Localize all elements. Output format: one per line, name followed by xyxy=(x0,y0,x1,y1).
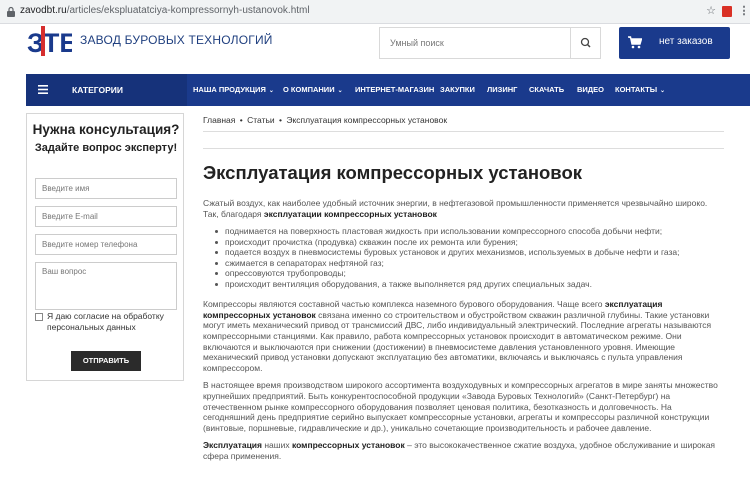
chevron-down-icon: ⌄ xyxy=(660,88,666,94)
search-icon xyxy=(580,37,591,48)
list-item: опрессовуются трубопроводы; xyxy=(213,268,724,279)
cart-button[interactable]: нет заказов xyxy=(619,27,730,59)
paragraph-bold: компрессорных установок xyxy=(291,440,405,451)
article-paragraph: В настоящее время производством широкого… xyxy=(203,380,718,433)
nav-item-video[interactable]: ВИДЕО xyxy=(577,85,604,94)
categories-label: КАТЕГОРИИ xyxy=(72,85,123,95)
nav-item-label: ЗАКУПКИ xyxy=(440,85,475,94)
consultation-form: Нужна консультация? Задайте вопрос экспе… xyxy=(26,113,184,381)
url-host: zavodbt.ru xyxy=(20,5,67,16)
breadcrumb-separator: • xyxy=(239,115,243,125)
breadcrumb-home[interactable]: Главная xyxy=(203,115,235,125)
nav-item-label: НАША ПРОДУКЦИЯ xyxy=(193,85,266,94)
list-item: поднимается на поверхность пластовая жид… xyxy=(213,226,724,237)
nav-item-shop[interactable]: ИНТЕРНЕТ-МАГАЗИН xyxy=(355,85,434,94)
question-field[interactable] xyxy=(35,262,177,310)
star-icon[interactable]: ☆ xyxy=(704,4,718,18)
consult-title: Нужна консультация? xyxy=(32,122,180,137)
cart-icon xyxy=(628,36,642,49)
logo-text: ЗТБ xyxy=(27,28,72,58)
name-field[interactable] xyxy=(35,178,177,199)
list-item: происходит прочистка (продувка) скважин … xyxy=(213,237,724,248)
article-paragraph: Эксплуатация наших компрессорных установ… xyxy=(203,440,724,461)
phone-field[interactable] xyxy=(35,234,177,255)
consult-subtitle: Задайте вопрос эксперту! xyxy=(34,142,178,154)
nav-item-about[interactable]: О КОМПАНИИ ⌄ xyxy=(283,85,343,94)
nav-item-leasing[interactable]: ЛИЗИНГ xyxy=(487,85,517,94)
consent-checkbox[interactable] xyxy=(35,313,43,321)
list-item: подается воздух в пневмосистемы буровых … xyxy=(213,247,724,258)
nav-item-label: О КОМПАНИИ xyxy=(283,85,335,94)
article-body: Сжатый воздух, как наиболее удобный исто… xyxy=(203,198,724,469)
usage-list: поднимается на поверхность пластовая жид… xyxy=(213,226,724,289)
email-field[interactable] xyxy=(35,206,177,227)
browser-address-bar: zavodbt.ru/articles/ekspluatatciya-kompr… xyxy=(0,0,750,24)
paragraph-text: наших xyxy=(261,440,292,451)
cart-label: нет заказов xyxy=(659,36,713,47)
chevron-down-icon: ⌄ xyxy=(268,88,274,94)
divider xyxy=(203,131,724,132)
divider xyxy=(203,148,724,149)
article-intro: Сжатый воздух, как наиболее удобный исто… xyxy=(203,198,724,219)
paragraph-bold: Эксплуатация xyxy=(203,440,262,451)
site-header: ЗТБ ЗАВОД БУРОВЫХ ТЕХНОЛОГИЙ нет заказов xyxy=(0,24,750,74)
submit-button[interactable]: ОТПРАВИТЬ xyxy=(71,351,141,371)
breadcrumb: Главная • Статьи • Эксплуатация компресс… xyxy=(203,115,447,125)
breadcrumb-current: Эксплуатация компрессорных установок xyxy=(286,115,448,125)
search-box xyxy=(379,27,601,59)
menu-dots-icon[interactable]: ⋮ xyxy=(737,4,750,18)
breadcrumb-separator: • xyxy=(279,115,282,125)
company-name: ЗАВОД БУРОВЫХ ТЕХНОЛОГИЙ xyxy=(80,33,273,47)
article-paragraph: Компрессоры являются составной частью ко… xyxy=(203,299,724,373)
pdf-icon[interactable] xyxy=(722,6,732,17)
nav-item-label: ЛИЗИНГ xyxy=(487,85,518,94)
nav-item-purchases[interactable]: ЗАКУПКИ xyxy=(440,85,475,94)
url-field[interactable]: zavodbt.ru/articles/ekspluatatciya-kompr… xyxy=(20,5,310,16)
company-logo[interactable]: ЗТБ xyxy=(26,24,72,58)
main-nav: КАТЕГОРИИ НАША ПРОДУКЦИЯ ⌄ О КОМПАНИИ ⌄ ИН… xyxy=(26,74,750,106)
paragraph-text: Компрессоры являются составной частью ко… xyxy=(203,299,605,310)
page-title: Эксплуатация компрессорных установок xyxy=(203,162,582,183)
nav-item-contacts[interactable]: КОНТАКТЫ ⌄ xyxy=(615,85,665,94)
intro-bold: эксплуатации компрессорных установок xyxy=(263,208,437,219)
nav-item-download[interactable]: СКАЧАТЬ xyxy=(529,85,564,94)
search-input[interactable] xyxy=(380,28,570,58)
chevron-down-icon: ⌄ xyxy=(337,88,343,94)
nav-item-label: СКАЧАТЬ xyxy=(529,85,565,94)
consent-label: Я даю согласие на обработку персональных… xyxy=(47,311,164,332)
hamburger-icon xyxy=(38,85,48,94)
nav-item-label: ИНТЕРНЕТ-МАГАЗИН xyxy=(355,85,435,94)
nav-item-label: КОНТАКТЫ xyxy=(615,85,658,94)
list-item: происходит вентиляция оборудования, а та… xyxy=(213,279,724,290)
nav-item-products[interactable]: НАША ПРОДУКЦИЯ ⌄ xyxy=(193,85,274,94)
lock-icon[interactable] xyxy=(6,6,16,18)
breadcrumb-articles[interactable]: Статьи xyxy=(247,115,275,125)
nav-item-label: ВИДЕО xyxy=(577,85,604,94)
search-button[interactable] xyxy=(570,28,600,58)
url-path: /articles/ekspluatatciya-kompressornyh-u… xyxy=(66,5,310,16)
list-item: сжимается в сепараторах нефтяной газ; xyxy=(213,258,724,269)
categories-menu[interactable]: КАТЕГОРИИ xyxy=(26,74,187,106)
